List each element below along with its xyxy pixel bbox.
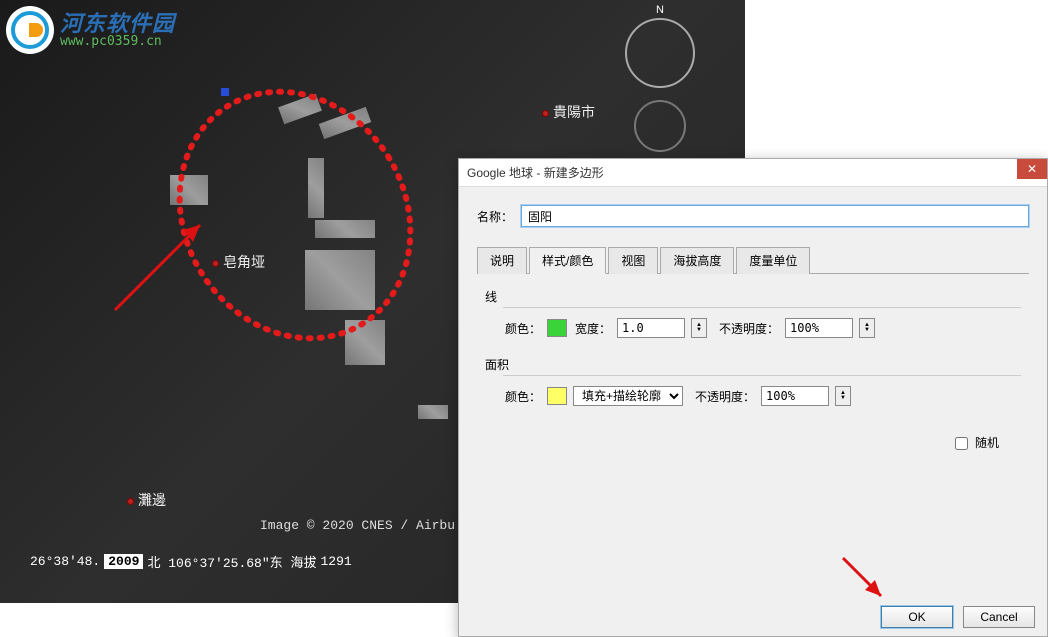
building-shape [305,250,375,310]
line-group: 线 颜色： 宽度： ▲▼ 不透明度： ▲▼ [485,288,1021,338]
line-width-input[interactable] [617,318,685,338]
tab-style-color[interactable]: 样式/颜色 [529,247,606,274]
area-opacity-input[interactable] [761,386,829,406]
dialog-title: Google 地球 - 新建多边形 [467,164,604,181]
look-joystick[interactable] [634,100,686,152]
tab-strip: 说明 样式/颜色 视图 海拔高度 度量单位 [477,247,1029,274]
line-color-label: 颜色： [503,320,541,337]
area-fill-mode-select[interactable]: 填充+描绘轮廓 [573,386,683,406]
place-label-guiyang[interactable]: 貴陽市 [542,102,595,122]
line-color-swatch[interactable] [547,319,567,337]
building-shape [418,405,448,419]
tab-description[interactable]: 说明 [477,247,527,274]
building-shape [345,320,385,365]
name-input[interactable] [521,205,1029,227]
dialog-titlebar[interactable]: Google 地球 - 新建多边形 ✕ [459,159,1047,187]
tab-content-style: 线 颜色： 宽度： ▲▼ 不透明度： ▲▼ 面积 颜色： [477,274,1029,465]
area-group: 面积 颜色： 填充+描绘轮廓 不透明度： ▲▼ [485,356,1021,406]
line-opacity-label: 不透明度： [719,320,779,337]
place-dot-icon [127,498,134,505]
random-label: 随机 [975,436,999,450]
divider [503,307,1021,308]
dialog-button-row: OK Cancel [459,598,1047,636]
line-opacity-input[interactable] [785,318,853,338]
building-shape [308,158,324,218]
imagery-credit: Image © 2020 CNES / Airbu [260,518,455,533]
imagery-year[interactable]: 2009 [104,554,143,569]
cancel-button[interactable]: Cancel [963,606,1035,628]
annotation-arrow-icon [105,200,225,320]
logo-cn: 河东软件园 [60,13,175,35]
random-checkbox[interactable] [955,437,968,450]
place-dot-icon [542,110,549,117]
line-width-label: 宽度： [573,320,611,337]
close-button[interactable]: ✕ [1017,159,1047,179]
status-lon: 北 106°37'25.68"东 海拔 [147,552,316,571]
divider [503,375,1021,376]
area-opacity-spinner[interactable]: ▲▼ [835,386,851,406]
status-bar: 26°38'48. 2009 北 106°37'25.68"东 海拔 1291 [0,552,460,570]
navigation-controls[interactable]: N [625,4,695,152]
tab-view[interactable]: 视图 [608,247,658,274]
building-shape [315,220,375,238]
compass-north-label: N [625,4,695,16]
tab-measure[interactable]: 度量单位 [736,247,810,274]
new-polygon-dialog: Google 地球 - 新建多边形 ✕ 名称： 说明 样式/颜色 视图 海拔高度… [458,158,1048,637]
place-label-tanbian[interactable]: 灘邊 [127,490,166,510]
logo-icon [6,6,54,54]
site-watermark: 河东软件园 www.pc0359.cn [6,6,175,54]
close-icon: ✕ [1027,162,1037,176]
name-label: 名称： [477,208,513,225]
area-color-swatch[interactable] [547,387,567,405]
status-elev: 1291 [320,554,351,569]
area-opacity-label: 不透明度： [695,388,755,405]
line-group-label: 线 [485,288,1021,305]
logo-url: www.pc0359.cn [60,35,175,48]
line-width-spinner[interactable]: ▲▼ [691,318,707,338]
annotation-arrow-icon [835,550,895,610]
area-group-label: 面积 [485,356,1021,373]
compass-ring[interactable] [625,18,695,88]
status-lat: 26°38'48. [30,554,100,569]
area-color-label: 颜色： [503,388,541,405]
tab-altitude[interactable]: 海拔高度 [660,247,734,274]
line-opacity-spinner[interactable]: ▲▼ [859,318,875,338]
